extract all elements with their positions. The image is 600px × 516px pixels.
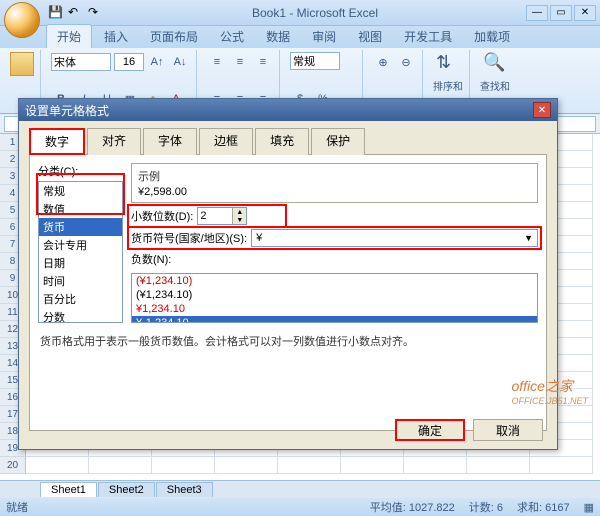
dialog-title: 设置单元格格式 — [25, 102, 109, 119]
quick-access-toolbar: 💾 ↶ ↷ — [48, 5, 104, 21]
decimal-label: 小数位数(D): — [131, 208, 193, 224]
status-count: 计数: 6 — [469, 499, 503, 515]
find-select[interactable]: 🔍 查找和 — [480, 52, 510, 93]
tab-view[interactable]: 视图 — [348, 25, 392, 48]
status-avg: 平均值: 1027.822 — [370, 499, 455, 515]
titlebar: 💾 ↶ ↷ Book1 - Microsoft Excel — ▭ ✕ — [0, 0, 600, 26]
sheet-tab[interactable]: Sheet1 — [40, 482, 97, 497]
close-button[interactable]: ✕ — [574, 5, 596, 21]
window-title: Book1 - Microsoft Excel — [104, 6, 526, 20]
negative-list[interactable]: (¥1,234.10)(¥1,234.10)¥1,234.10¥-1,234.1… — [131, 273, 538, 323]
view-normal-icon[interactable]: ▦ — [584, 501, 594, 514]
symbol-label: 货币符号(国家/地区)(S): — [131, 230, 247, 246]
dialog-tab-number[interactable]: 数字 — [29, 128, 85, 155]
category-list[interactable]: 常规数值货币会计专用日期时间百分比分数科学记数文本特殊自定义 — [38, 181, 123, 323]
dialog-tab-font[interactable]: 字体 — [143, 128, 197, 155]
align-top-icon[interactable]: ≡ — [207, 52, 227, 72]
tab-formula[interactable]: 公式 — [210, 25, 254, 48]
dialog-tab-fill[interactable]: 填充 — [255, 128, 309, 155]
insert-icon[interactable]: ⊕ — [373, 52, 393, 72]
ribbon-tabs: 开始 插入 页面布局 公式 数据 审阅 视图 开发工具 加载项 — [0, 26, 600, 48]
delete-icon[interactable]: ⊖ — [396, 52, 416, 72]
spin-down-icon[interactable]: ▼ — [232, 216, 246, 224]
watermark: office之家 OFFICE.JB51.NET — [511, 376, 588, 406]
ok-button[interactable]: 确定 — [395, 419, 465, 441]
decimal-input[interactable] — [198, 208, 232, 224]
dialog-tab-border[interactable]: 边框 — [199, 128, 253, 155]
number-format[interactable]: 常规 — [290, 52, 340, 70]
sort-filter[interactable]: ⇅ 排序和 — [433, 52, 463, 93]
status-bar: 就绪 平均值: 1027.822 计数: 6 求和: 6167 ▦ — [0, 498, 600, 516]
symbol-dropdown[interactable]: ¥ ▼ — [251, 229, 538, 247]
tab-review[interactable]: 审阅 — [302, 25, 346, 48]
tab-insert[interactable]: 插入 — [94, 25, 138, 48]
font-name[interactable]: 宋体 — [51, 53, 111, 71]
grow-font-icon[interactable]: A↑ — [147, 52, 167, 72]
status-ready: 就绪 — [6, 499, 28, 515]
shrink-font-icon[interactable]: A↓ — [170, 52, 190, 72]
tab-layout[interactable]: 页面布局 — [140, 25, 208, 48]
minimize-button[interactable]: — — [526, 5, 548, 21]
save-icon[interactable]: 💾 — [48, 5, 64, 21]
paste-button[interactable] — [10, 52, 34, 76]
spin-up-icon[interactable]: ▲ — [232, 208, 246, 216]
sheet-tab[interactable]: Sheet2 — [98, 482, 155, 497]
align-bot-icon[interactable]: ≡ — [253, 52, 273, 72]
dialog-tab-align[interactable]: 对齐 — [87, 128, 141, 155]
example-value: ¥2,598.00 — [138, 186, 531, 198]
tab-data[interactable]: 数据 — [256, 25, 300, 48]
negative-label: 负数(N): — [131, 251, 538, 267]
undo-icon[interactable]: ↶ — [68, 5, 84, 21]
example-label: 示例 — [138, 168, 531, 184]
maximize-button[interactable]: ▭ — [550, 5, 572, 21]
format-cells-dialog: 设置单元格格式 ✕ 数字 对齐 字体 边框 填充 保护 分类(C): 常规数值货… — [18, 98, 558, 450]
tab-dev[interactable]: 开发工具 — [394, 25, 462, 48]
category-label: 分类(C): — [38, 163, 123, 179]
chevron-down-icon: ▼ — [524, 233, 533, 243]
tab-home[interactable]: 开始 — [46, 24, 92, 48]
tab-addin[interactable]: 加载项 — [464, 25, 520, 48]
office-button[interactable] — [4, 2, 40, 38]
redo-icon[interactable]: ↷ — [88, 5, 104, 21]
font-size[interactable]: 16 — [114, 53, 144, 71]
sheet-tabs: Sheet1 Sheet2 Sheet3 — [0, 480, 600, 498]
decimal-spinner[interactable]: ▲▼ — [197, 207, 247, 225]
align-mid-icon[interactable]: ≡ — [230, 52, 250, 72]
cancel-button[interactable]: 取消 — [473, 419, 543, 441]
dialog-tab-protect[interactable]: 保护 — [311, 128, 365, 155]
dialog-close-button[interactable]: ✕ — [533, 102, 551, 118]
status-sum: 求和: 6167 — [517, 499, 570, 515]
format-description: 货币格式用于表示一般货币数值。会计格式可以对一列数值进行小数点对齐。 — [38, 331, 538, 351]
sheet-tab[interactable]: Sheet3 — [156, 482, 213, 497]
